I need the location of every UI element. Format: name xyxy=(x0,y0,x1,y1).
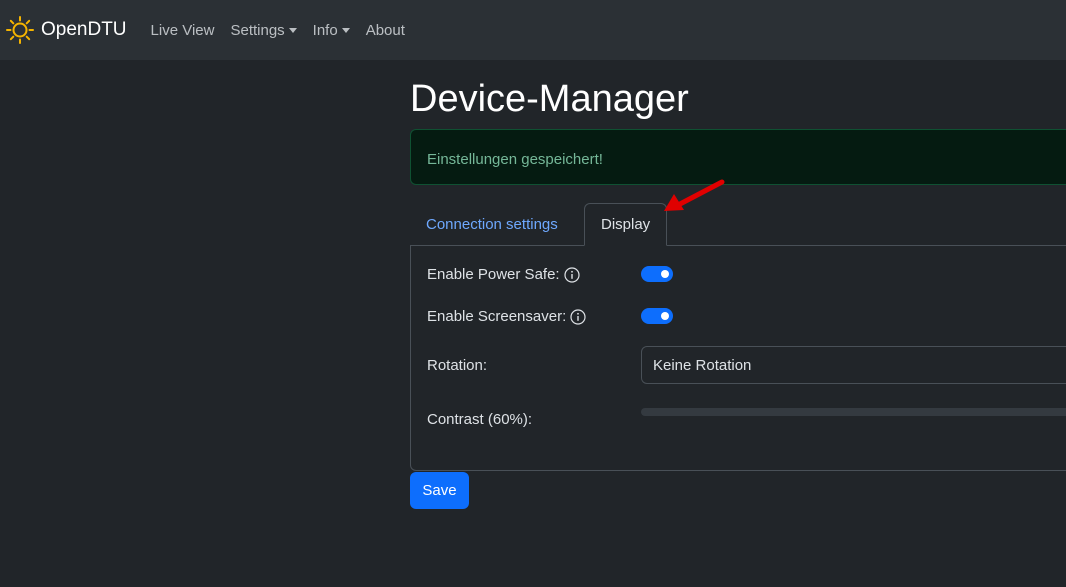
nav-live-view[interactable]: Live View xyxy=(151,22,215,39)
annotation-arrow-icon xyxy=(664,179,725,211)
nav-about-label: About xyxy=(365,21,405,39)
power-safe-toggle[interactable] xyxy=(641,266,673,282)
tab-display[interactable]: Display xyxy=(584,203,668,246)
alert-message: Einstellungen gespeichert! xyxy=(427,151,603,168)
info-circle-icon[interactable] xyxy=(563,266,580,283)
nav-info-dropdown[interactable]: Info xyxy=(313,22,350,39)
nav-about[interactable]: About xyxy=(366,22,405,39)
top-navbar: OpenDTU Live View Settings Info About xyxy=(0,0,1066,60)
nav-settings-dropdown[interactable]: Settings xyxy=(230,21,297,39)
rotation-select[interactable]: Keine Rotation xyxy=(641,346,1066,384)
screensaver-toggle[interactable] xyxy=(641,308,673,324)
power-safe-label: Enable Power Safe: xyxy=(427,266,560,283)
rotation-label: Rotation: xyxy=(427,357,488,374)
contrast-label: Contrast (60%): xyxy=(427,411,533,428)
sun-icon xyxy=(6,16,34,44)
nav-settings-label: Settings xyxy=(230,21,285,39)
nav-live-view-label: Live View xyxy=(150,21,215,39)
brand-link[interactable]: OpenDTU xyxy=(5,15,127,45)
contrast-slider[interactable] xyxy=(641,408,1066,416)
screensaver-label: Enable Screensaver: xyxy=(427,308,567,325)
page-title: Device-Manager xyxy=(410,78,689,120)
screensaver-label-row: Enable Screensaver: xyxy=(427,308,586,325)
success-alert: Einstellungen gespeichert! xyxy=(410,129,1066,185)
power-safe-label-row: Enable Power Safe: xyxy=(427,266,580,283)
toggle-knob xyxy=(661,312,669,320)
caret-down-icon xyxy=(288,27,297,33)
rotation-selected-value: Keine Rotation xyxy=(653,356,752,374)
caret-down-icon xyxy=(341,27,350,33)
display-settings-panel: Enable Power Safe: Enable Screensaver: R… xyxy=(410,245,1066,471)
tab-connection-settings[interactable]: Connection settings xyxy=(410,203,574,245)
save-button[interactable]: Save xyxy=(410,472,469,509)
info-circle-icon[interactable] xyxy=(570,308,586,325)
brand-name: OpenDTU xyxy=(41,19,127,40)
toggle-knob xyxy=(661,270,669,278)
nav-info-label: Info xyxy=(312,21,338,39)
settings-tabs: Connection settings Display xyxy=(410,203,1066,246)
